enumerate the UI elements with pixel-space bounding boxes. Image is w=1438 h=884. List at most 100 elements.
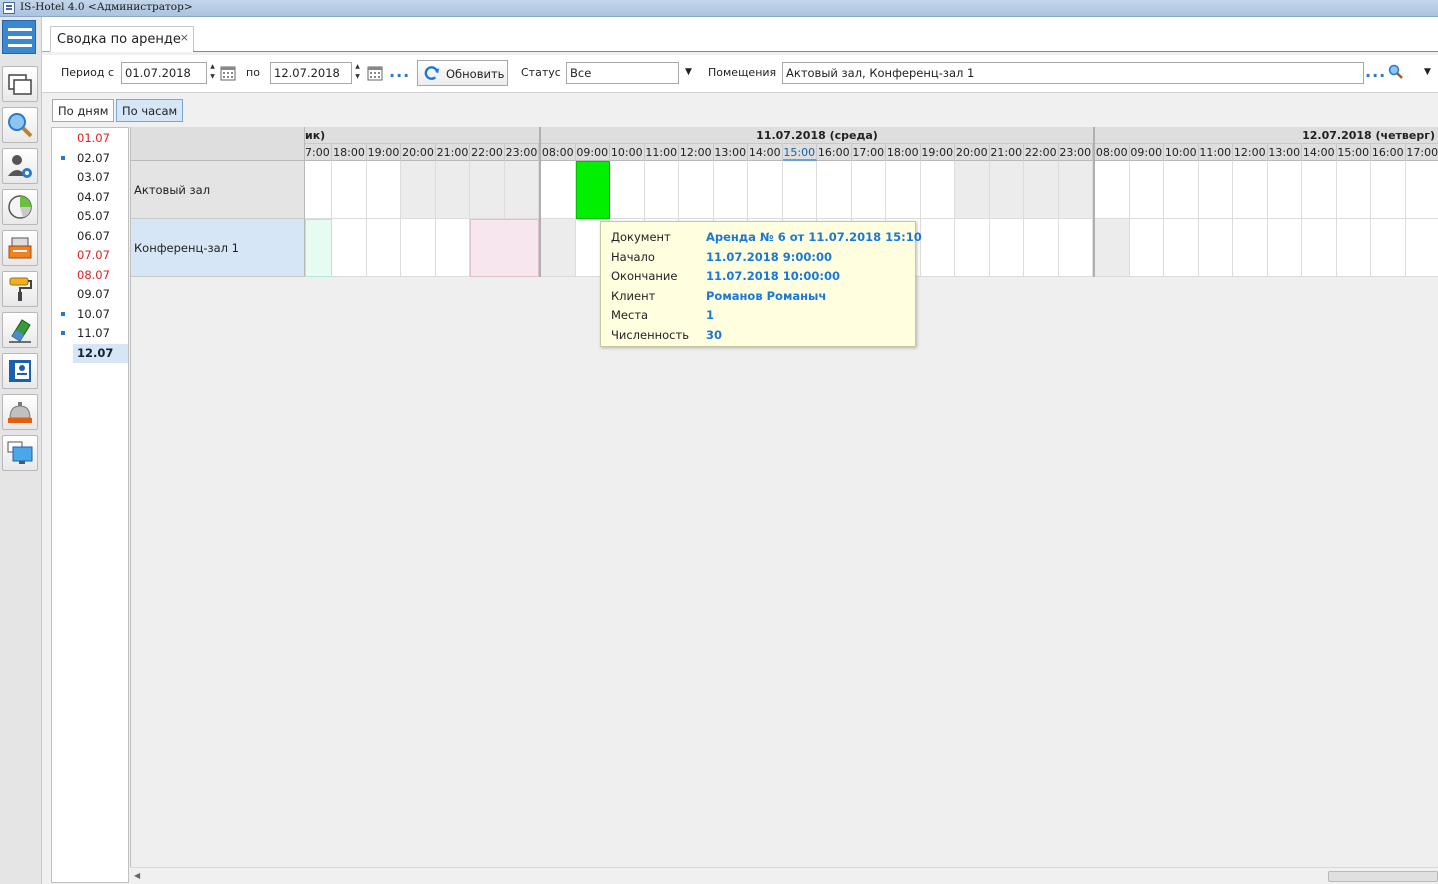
schedule-cell[interactable] xyxy=(1371,161,1406,219)
schedule-cell[interactable] xyxy=(1233,219,1268,277)
close-icon[interactable]: × xyxy=(180,31,189,44)
date-list-item[interactable]: 10.07 xyxy=(52,305,128,324)
date-list-item[interactable]: 01.07 xyxy=(52,129,128,148)
schedule-cell[interactable] xyxy=(1336,161,1371,219)
schedule-cell[interactable] xyxy=(886,161,921,219)
monitor-icon[interactable] xyxy=(2,435,38,471)
date-list-item[interactable]: 04.07 xyxy=(52,188,128,207)
user-settings-icon[interactable] xyxy=(2,148,38,184)
schedule-cell[interactable] xyxy=(1129,161,1164,219)
schedule-cell[interactable] xyxy=(1371,219,1406,277)
schedule-cell[interactable] xyxy=(989,219,1024,277)
date-list-item[interactable]: 08.07 xyxy=(52,266,128,285)
view-by-hours-button[interactable]: По часам xyxy=(116,99,184,122)
schedule-cell[interactable] xyxy=(920,161,955,219)
schedule-cell[interactable] xyxy=(1164,161,1199,219)
schedule-cell[interactable] xyxy=(401,219,436,277)
magnifier-icon[interactable] xyxy=(1388,64,1404,80)
schedule-cell[interactable] xyxy=(436,161,470,219)
rooms-dropdown-icon[interactable]: ▼ xyxy=(1424,67,1431,77)
booking-block[interactable] xyxy=(575,161,610,219)
date-list-item[interactable]: 05.07 xyxy=(52,207,128,226)
schedule-cell[interactable] xyxy=(305,161,332,219)
eraser-icon[interactable] xyxy=(2,312,38,348)
schedule-cell[interactable] xyxy=(1024,161,1059,219)
schedule-cell[interactable] xyxy=(1058,161,1093,219)
date-list-item[interactable]: 09.07 xyxy=(52,285,128,304)
schedule-cell[interactable] xyxy=(955,219,990,277)
schedule-cell[interactable] xyxy=(1233,161,1268,219)
windows-icon[interactable] xyxy=(2,66,38,102)
period-to-field[interactable]: 12.07.2018 xyxy=(270,62,352,84)
schedule-cell[interactable] xyxy=(748,161,783,219)
reception-bell-icon[interactable] xyxy=(2,394,38,430)
schedule-cell[interactable] xyxy=(679,161,714,219)
contacts-book-icon[interactable] xyxy=(2,353,38,389)
view-by-days-button[interactable]: По дням xyxy=(52,99,115,122)
schedule-cell[interactable] xyxy=(1405,161,1438,219)
paint-roller-icon[interactable] xyxy=(2,271,38,307)
schedule-cell[interactable] xyxy=(1129,219,1164,277)
calendar-icon[interactable] xyxy=(220,65,236,81)
schedule-cell[interactable] xyxy=(1024,219,1059,277)
schedule-cell[interactable] xyxy=(541,161,576,219)
date-list-item[interactable]: 07.07 xyxy=(52,246,128,265)
schedule-cell[interactable] xyxy=(1405,219,1438,277)
schedule-cell[interactable] xyxy=(1164,219,1199,277)
date-list-item[interactable]: 12.07 xyxy=(73,343,128,363)
schedule-cell[interactable] xyxy=(1336,219,1371,277)
schedule-cell[interactable] xyxy=(713,161,748,219)
search-icon[interactable] xyxy=(2,107,38,143)
rooms-field[interactable]: Актовый зал, Конференц-зал 1 xyxy=(782,62,1364,84)
period-from-field[interactable]: 01.07.2018 xyxy=(121,62,207,84)
date-list-item[interactable]: 11.07 xyxy=(52,324,128,343)
schedule-cell[interactable] xyxy=(1058,219,1093,277)
room-row-header[interactable]: Актовый зал xyxy=(131,161,305,219)
schedule-cell[interactable] xyxy=(401,161,436,219)
period-from-spinner[interactable]: ▲ ▼ xyxy=(208,62,217,84)
schedule-cell[interactable] xyxy=(332,219,367,277)
rooms-more-button[interactable]: ... xyxy=(1365,62,1386,81)
schedule-cell[interactable] xyxy=(332,161,367,219)
schedule-cell[interactable] xyxy=(1267,161,1302,219)
status-select[interactable]: Все xyxy=(566,62,679,84)
cash-register-icon[interactable] xyxy=(2,230,38,266)
chart-clock-icon[interactable] xyxy=(2,189,38,225)
date-list-item[interactable]: 06.07 xyxy=(52,227,128,246)
calendar-icon[interactable] xyxy=(367,65,383,81)
booking-block[interactable] xyxy=(305,219,332,277)
schedule-cell[interactable] xyxy=(920,219,955,277)
schedule-cell[interactable] xyxy=(1198,161,1233,219)
schedule-cell[interactable] xyxy=(505,161,539,219)
horizontal-scrollbar[interactable]: ◀ xyxy=(130,867,1438,884)
schedule-cell[interactable] xyxy=(470,161,505,219)
schedule-cell[interactable] xyxy=(851,161,886,219)
schedule-cell[interactable] xyxy=(989,161,1024,219)
schedule-cell[interactable] xyxy=(367,219,401,277)
tab-rental-summary[interactable]: Сводка по аренде × xyxy=(50,26,194,52)
period-more-button[interactable]: ... xyxy=(389,62,410,81)
status-dropdown-icon[interactable]: ▼ xyxy=(685,67,692,77)
menu-icon[interactable] xyxy=(2,20,36,54)
schedule-cell[interactable] xyxy=(817,161,852,219)
schedule-cell[interactable] xyxy=(1302,161,1337,219)
schedule-cell[interactable] xyxy=(644,161,679,219)
schedule-cell[interactable] xyxy=(367,161,401,219)
scrollbar-thumb[interactable] xyxy=(1328,871,1438,882)
schedule-cell[interactable] xyxy=(610,161,645,219)
refresh-button[interactable]: Обновить xyxy=(417,60,508,86)
schedule-cell[interactable] xyxy=(1198,219,1233,277)
schedule-cell[interactable] xyxy=(436,219,470,277)
period-to-spinner[interactable]: ▲ ▼ xyxy=(353,62,362,84)
room-row-header[interactable]: Конференц-зал 1 xyxy=(131,219,305,277)
schedule-cell[interactable] xyxy=(1095,219,1130,277)
schedule-cell[interactable] xyxy=(1302,219,1337,277)
schedule-cell[interactable] xyxy=(955,161,990,219)
date-list-item[interactable]: 02.07 xyxy=(52,149,128,168)
schedule-cell[interactable] xyxy=(541,219,576,277)
scroll-left-icon[interactable]: ◀ xyxy=(134,871,140,880)
booking-block[interactable] xyxy=(470,219,539,277)
schedule-cell[interactable] xyxy=(782,161,817,219)
tooltip-value[interactable]: Аренда № 6 от 11.07.2018 15:10 xyxy=(706,230,922,244)
schedule-cell[interactable] xyxy=(1095,161,1130,219)
